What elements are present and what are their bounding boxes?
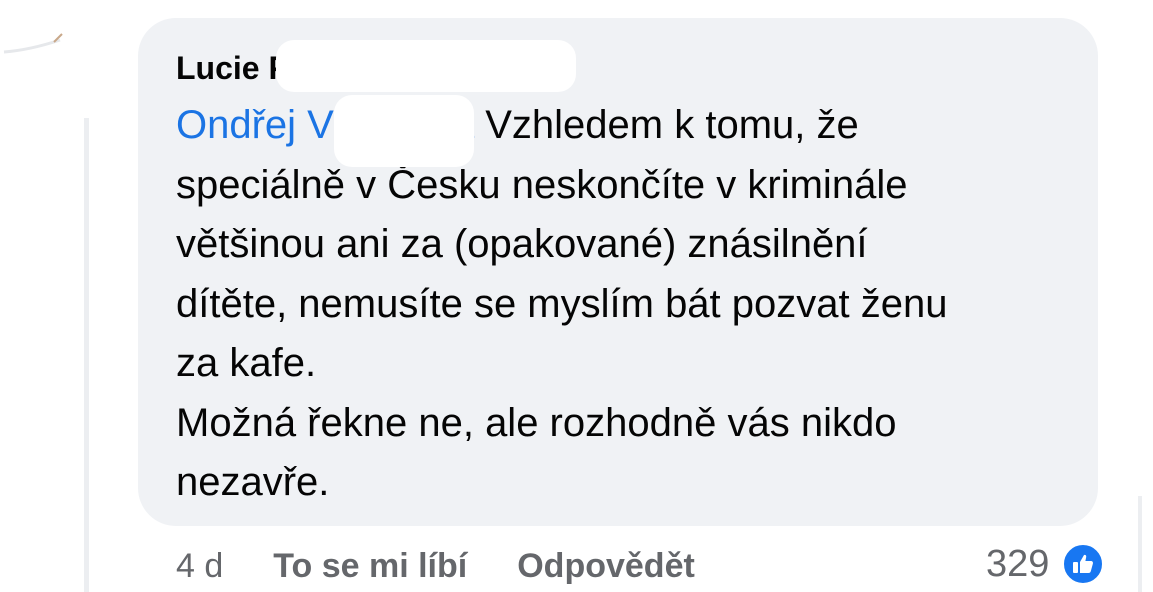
comment-text-line: Vzhledem k tomu, že [485,103,859,147]
comment-author[interactable]: Lucie P [176,40,1062,92]
comment-text-line: dítěte, nemusíte se myslím bát pozvat že… [176,281,948,326]
redaction-mark [276,40,576,92]
thread-connector [84,118,89,592]
comment-text-line: speciálně v Česku neskončíte v kriminále [176,162,908,207]
comment-bubble: Lucie P Ondřej Va Vzhledem k tomu, že sp… [138,18,1098,526]
comment-text-line: za kafe. [176,341,317,385]
thread-connector-right [1138,496,1142,592]
thumbs-up-icon [1061,542,1106,586]
like-button[interactable]: To se mi líbí [273,547,467,586]
redaction-mark [334,95,474,167]
reply-button[interactable]: Odpovědět [517,547,695,586]
comment-timestamp[interactable]: 4 d [176,547,223,586]
comment-thread: Lucie P Ondřej Va Vzhledem k tomu, že sp… [0,0,1153,592]
comment-text-line: nezavře. [176,460,330,504]
comment-text: Ondřej Va Vzhledem k tomu, že speciálně … [176,95,1076,513]
mention-link[interactable]: Ondřej Va [176,95,485,167]
thumbs-up-glyph [1073,554,1094,573]
reaction-count[interactable]: 329 [986,543,1049,586]
comment-text-line: Možná řekne ne, ale rozhodně vás nikdo [176,400,897,445]
comment-actions: 4 d To se mi líbí Odpovědět [176,540,745,592]
author-name[interactable]: Lucie P [176,50,290,86]
reaction-summary[interactable]: 329 [986,538,1106,590]
decorative-stroke [3,33,63,54]
comment-line-1: Ondřej Va Vzhledem k tomu, že [176,95,1076,167]
comment-text-line: většinou ani za (opakované) znásilnění [176,222,868,266]
mention-name[interactable]: Ondřej V [176,103,334,147]
